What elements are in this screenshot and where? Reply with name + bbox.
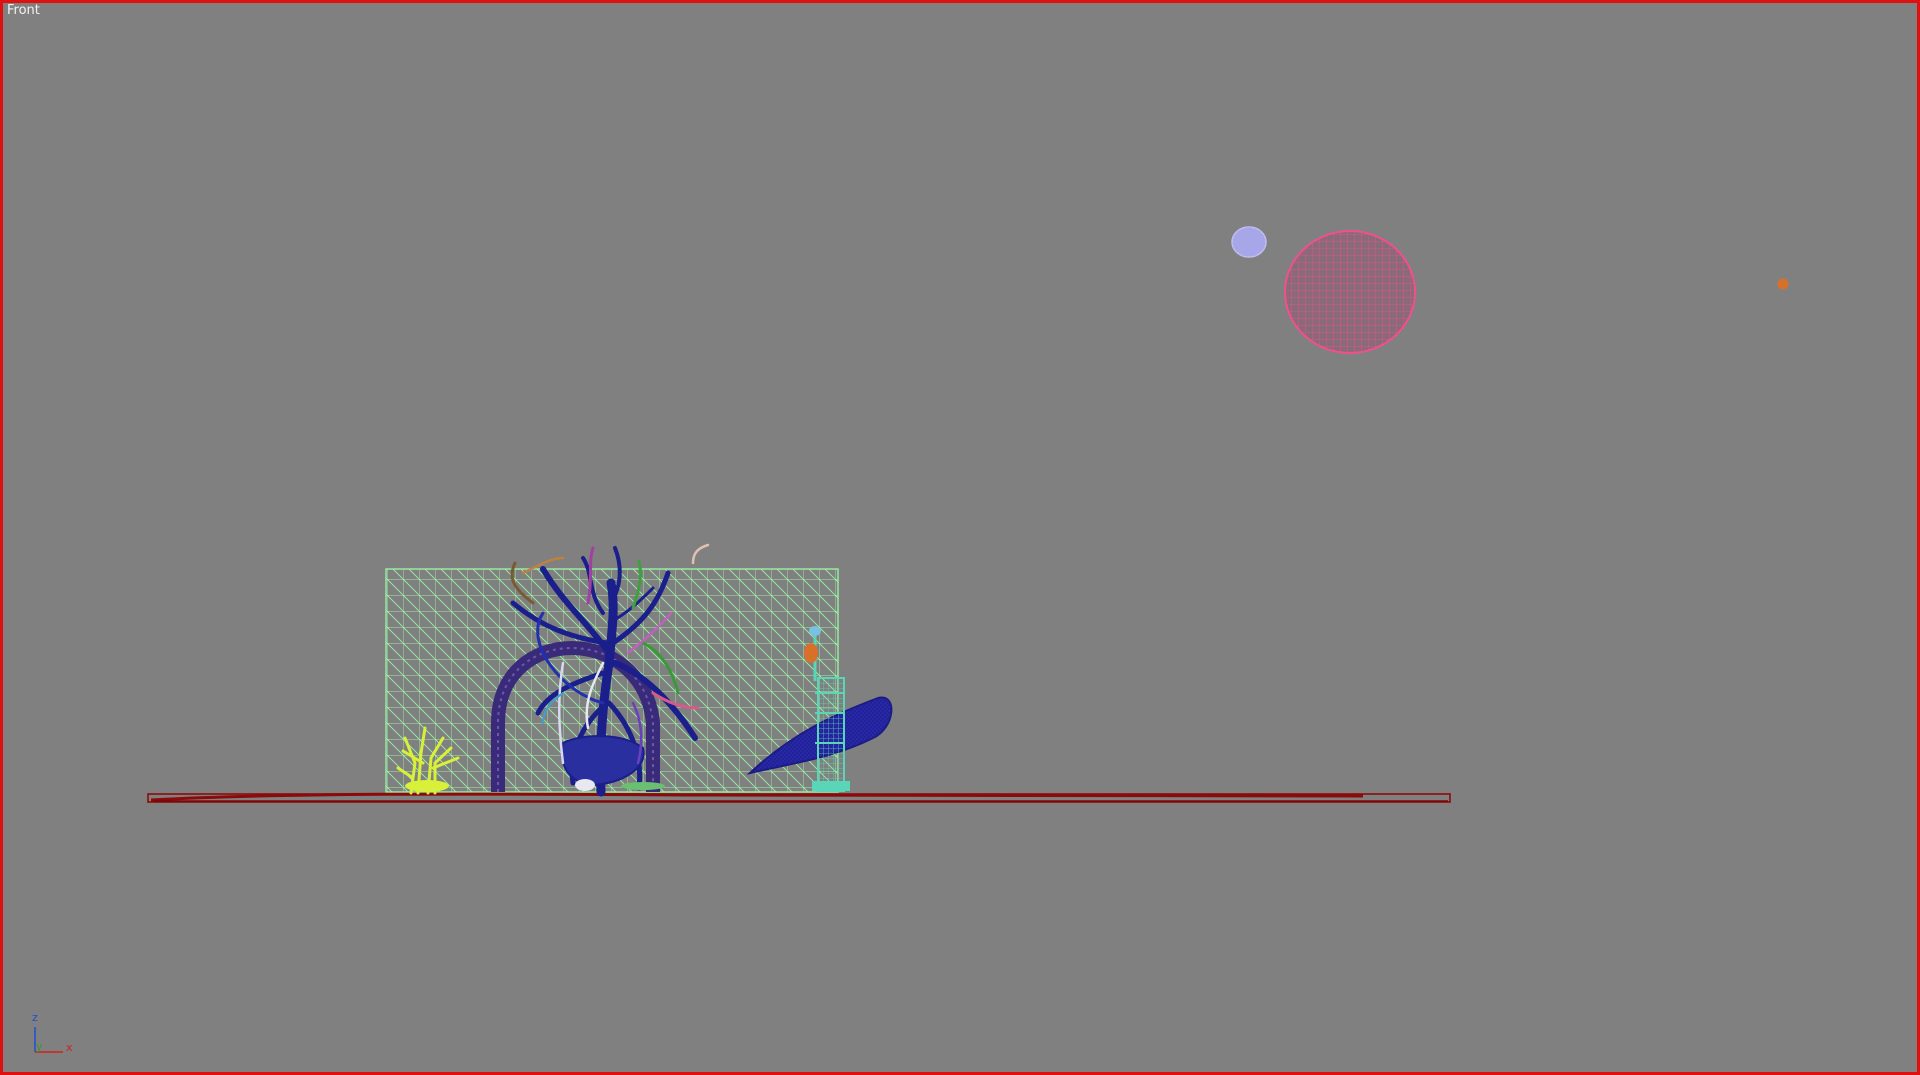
axis-gizmo: z x y	[32, 1011, 73, 1054]
y-axis-label: y	[36, 1040, 43, 1053]
viewport-front[interactable]: Front z x y	[0, 0, 1920, 1075]
x-axis-label: x	[66, 1041, 73, 1054]
z-axis-label: z	[32, 1011, 38, 1024]
